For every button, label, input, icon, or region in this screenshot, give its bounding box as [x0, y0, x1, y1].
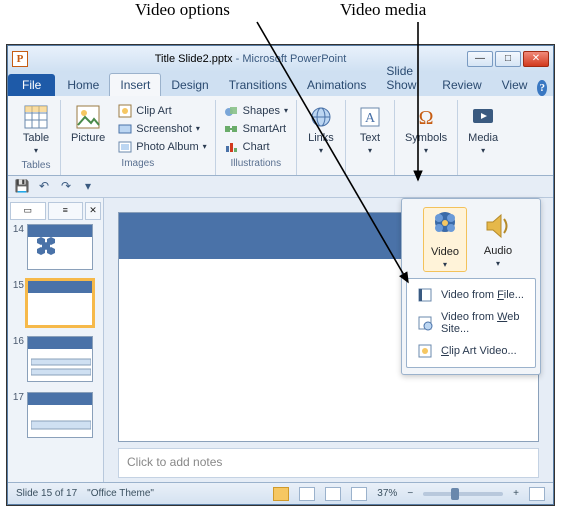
video-from-web[interactable]: Video from Web Site... [409, 307, 533, 339]
group-illustrations-label: Illustrations [222, 158, 290, 171]
statusbar: Slide 15 of 17 "Office Theme" 37% − + [8, 482, 553, 504]
picture-button[interactable]: Picture [67, 102, 109, 146]
tab-design[interactable]: Design [161, 74, 218, 96]
tab-view[interactable]: View [492, 74, 538, 96]
thumbs-tab-slides[interactable]: ▭ [10, 202, 46, 220]
zoom-label: 37% [377, 488, 397, 499]
zoom-slider[interactable] [423, 492, 503, 496]
symbols-button[interactable]: Ω Symbols▾ [401, 102, 451, 157]
anno-video-options: Video options [135, 0, 230, 20]
video-split-button[interactable]: Video ▾ [423, 207, 467, 272]
thumbnail-pane[interactable]: ▭ ≡ ✕ 14 15 16 [8, 198, 104, 482]
clipart-video[interactable]: Clip Art Video... [409, 339, 533, 363]
thumb-num-16: 16 [10, 336, 24, 347]
status-theme: "Office Theme" [87, 488, 154, 499]
thumbs-close[interactable]: ✕ [85, 202, 101, 220]
fit-button[interactable] [529, 487, 545, 501]
view-normal-button[interactable] [273, 487, 289, 501]
thumb-16[interactable] [27, 336, 93, 382]
tab-review[interactable]: Review [432, 74, 491, 96]
group-images-label: Images [67, 158, 209, 171]
tab-home[interactable]: Home [57, 74, 109, 96]
minimize-button[interactable]: — [467, 51, 493, 67]
audio-icon [481, 209, 515, 243]
maximize-button[interactable]: □ [495, 51, 521, 67]
redo-button[interactable]: ↷ [58, 179, 74, 195]
save-icon[interactable]: 💾 [14, 179, 30, 195]
media-popout: Video ▾ Audio ▾ Video from File... [401, 198, 541, 375]
clipart-icon [117, 103, 132, 118]
app-icon: P [12, 51, 28, 67]
thumb-num-17: 17 [10, 392, 24, 403]
links-button[interactable]: Links▾ [303, 102, 339, 157]
screenshot-button[interactable]: Screenshot ▾ [115, 120, 208, 137]
notes-placeholder[interactable]: Click to add notes [118, 448, 539, 478]
film-clipart-icon [417, 343, 433, 359]
thumbs-tab-outline[interactable]: ≡ [48, 202, 84, 220]
audio-split-button[interactable]: Audio ▾ [477, 207, 519, 272]
help-icon[interactable]: ? [537, 80, 547, 96]
ribbon-tabs: File Home Insert Design Transitions Anim… [8, 72, 553, 96]
video-from-file[interactable]: Video from File... [409, 283, 533, 307]
picture-icon [75, 104, 101, 130]
powerpoint-window: P Title Slide2.pptx - Microsoft PowerPoi… [7, 45, 554, 505]
anno-video-media: Video media [340, 0, 426, 20]
media-icon [470, 104, 496, 130]
text-icon: A [357, 104, 383, 130]
thumb-17[interactable] [27, 392, 93, 438]
tab-animations[interactable]: Animations [297, 74, 376, 96]
links-icon [308, 104, 334, 130]
thumb-14[interactable] [27, 224, 93, 270]
film-file-icon [417, 287, 433, 303]
status-slide: Slide 15 of 17 [16, 488, 77, 499]
shapes-icon [224, 103, 239, 118]
view-sorter-button[interactable] [299, 487, 315, 501]
chart-icon [224, 139, 239, 154]
svg-text:Ω: Ω [419, 107, 434, 129]
undo-button[interactable]: ↶ [36, 179, 52, 195]
smartart-button[interactable]: SmartArt [222, 120, 290, 137]
zoom-plus[interactable]: + [513, 488, 519, 499]
photoalbum-icon [117, 139, 132, 154]
thumb-num-15: 15 [10, 280, 24, 291]
tab-insert[interactable]: Insert [109, 73, 161, 96]
table-icon [23, 104, 49, 130]
smartart-icon [224, 121, 239, 136]
thumb-num-14: 14 [10, 224, 24, 235]
group-tables-label: Tables [18, 160, 54, 173]
tab-transitions[interactable]: Transitions [219, 74, 297, 96]
symbols-icon: Ω [413, 104, 439, 130]
qat-more[interactable]: ▾ [80, 179, 96, 195]
tab-slideshow[interactable]: Slide Show [376, 60, 432, 96]
thumb-15[interactable] [27, 280, 93, 326]
text-button[interactable]: A Text▾ [352, 102, 388, 157]
view-slideshow-button[interactable] [351, 487, 367, 501]
svg-text:A: A [365, 111, 376, 126]
ribbon-body: Table ▾ Tables Picture Clip Art [8, 96, 553, 176]
close-button[interactable]: ✕ [523, 51, 549, 67]
shapes-button[interactable]: Shapes ▾ [222, 102, 290, 119]
screenshot-icon [117, 121, 132, 136]
view-reading-button[interactable] [325, 487, 341, 501]
quick-access-row: 💾 ↶ ↷ ▾ [8, 176, 553, 198]
workspace: ▭ ≡ ✕ 14 15 16 [8, 198, 553, 482]
film-web-icon [417, 315, 433, 331]
file-tab[interactable]: File [8, 74, 55, 96]
table-button[interactable]: Table ▾ [18, 102, 54, 157]
clipart-button[interactable]: Clip Art [115, 102, 208, 119]
titlebar: P Title Slide2.pptx - Microsoft PowerPoi… [8, 46, 553, 72]
video-icon [428, 210, 462, 244]
chart-button[interactable]: Chart [222, 138, 290, 155]
photoalbum-button[interactable]: Photo Album ▾ [115, 138, 208, 155]
zoom-minus[interactable]: − [407, 488, 413, 499]
video-dropdown-menu: Video from File... Video from Web Site..… [406, 278, 536, 368]
media-button[interactable]: Media▾ [464, 102, 502, 157]
